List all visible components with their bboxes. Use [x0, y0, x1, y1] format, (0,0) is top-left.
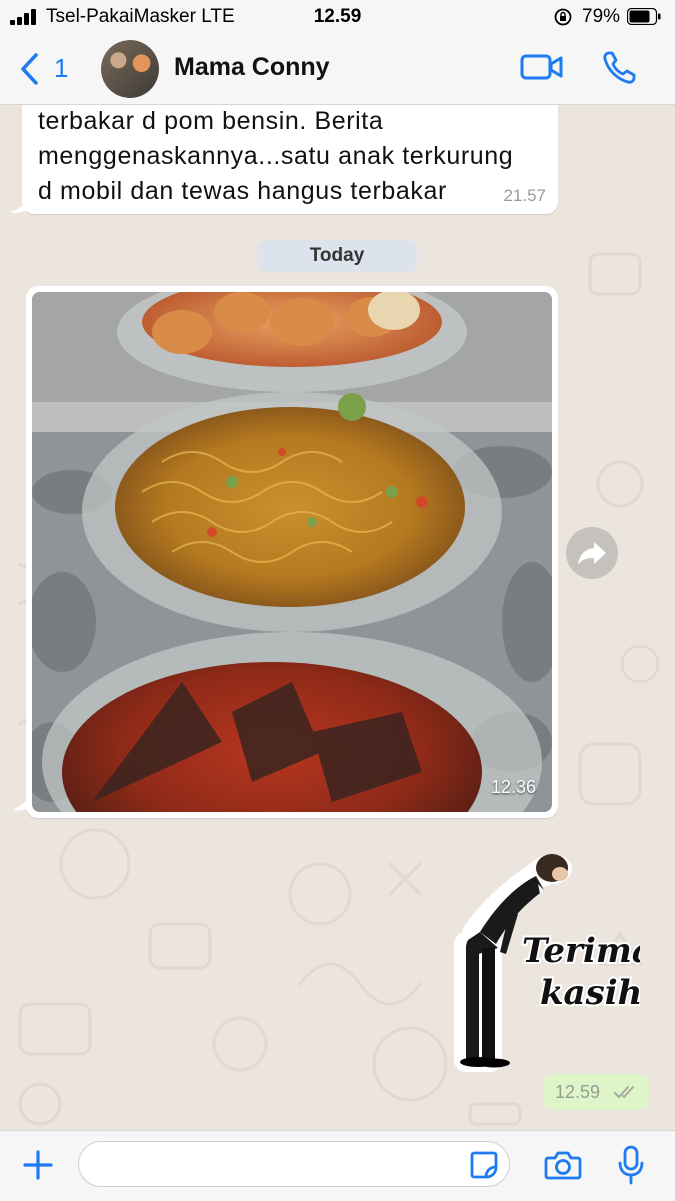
message-timestamp: 21.57	[503, 186, 546, 205]
terima-kasih-sticker[interactable]: Terima kasih	[440, 844, 656, 1074]
composer-bar	[0, 1130, 675, 1201]
incoming-message-bubble[interactable]: terbakar d pom bensin. Berita menggenask…	[22, 104, 558, 214]
top-bar: Tsel-PakaiMasker LTE 12.59 79% 1 Mama Co…	[0, 0, 675, 105]
food-photo[interactable]: 12.36	[32, 292, 552, 812]
sticker-caption-line2: kasih	[540, 973, 640, 1013]
double-check-icon	[614, 1086, 634, 1099]
chat-header: 1 Mama Conny	[0, 34, 675, 104]
camera-icon[interactable]	[544, 1149, 582, 1181]
incoming-photo-bubble[interactable]: 12.36	[26, 286, 558, 818]
forward-icon	[578, 542, 606, 565]
forward-button[interactable]	[566, 527, 618, 579]
rotation-lock-icon	[554, 8, 572, 26]
message-input[interactable]	[78, 1141, 510, 1187]
microphone-icon[interactable]	[618, 1145, 644, 1185]
bubble-tail	[12, 794, 32, 811]
message-line: menggenaskannya...satu anak terkurung	[38, 142, 514, 170]
back-unread-count[interactable]: 1	[54, 53, 68, 84]
avatar[interactable]	[101, 40, 159, 98]
message-text: terbakar d pom bensin. Berita menggenask…	[38, 104, 514, 209]
video-camera-icon[interactable]	[520, 52, 564, 82]
bowing-man-sticker: Terima kasih	[454, 853, 656, 1072]
sticker-icon[interactable]	[468, 1149, 500, 1181]
battery-percent: 79%	[582, 6, 621, 27]
contact-name[interactable]: Mama Conny	[174, 53, 330, 82]
clock: 12.59	[313, 6, 362, 27]
sticker-status: 12.59	[543, 1074, 649, 1110]
phone-icon[interactable]	[601, 50, 637, 86]
chat-area[interactable]: terbakar d pom bensin. Berita menggenask…	[0, 104, 675, 1130]
message-line: d mobil dan tewas hangus terbakar	[38, 177, 447, 205]
status-bar: Tsel-PakaiMasker LTE 12.59 79%	[0, 0, 675, 34]
sticker-caption-line1: Terima	[522, 931, 640, 971]
bubble-tail	[10, 198, 30, 213]
food-photo-image	[32, 292, 552, 812]
battery-icon	[627, 8, 661, 25]
photo-timestamp: 12.36	[490, 777, 536, 797]
date-separator: Today	[257, 240, 417, 272]
plus-icon[interactable]	[22, 1149, 54, 1181]
chevron-left-icon[interactable]	[18, 52, 40, 86]
message-line: terbakar d pom bensin. Berita	[38, 107, 384, 135]
sticker-timestamp: 12.59	[555, 1082, 601, 1102]
